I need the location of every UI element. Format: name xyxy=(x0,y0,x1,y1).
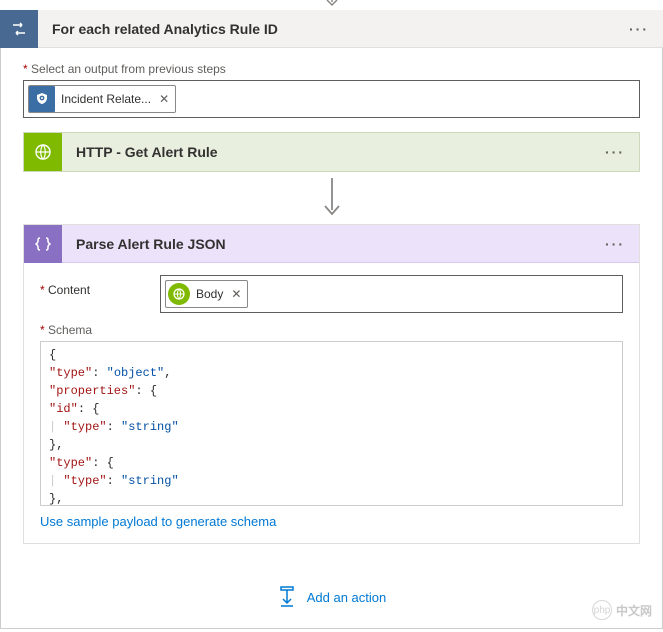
token-body-label: Body xyxy=(196,287,223,301)
shield-icon xyxy=(29,86,55,112)
http-globe-icon xyxy=(24,133,62,171)
use-sample-payload-link[interactable]: Use sample payload to generate schema xyxy=(40,506,276,529)
token-body[interactable]: Body ✕ xyxy=(165,280,248,308)
token-incident-related[interactable]: Incident Relate... ✕ xyxy=(28,85,176,113)
http-action-card[interactable]: HTTP - Get Alert Rule ··· xyxy=(23,132,640,172)
incoming-arrow xyxy=(0,0,663,10)
add-action-icon xyxy=(277,586,297,608)
token-remove-icon[interactable]: ✕ xyxy=(159,92,169,106)
braces-icon xyxy=(24,225,62,263)
foreach-icon xyxy=(0,10,38,48)
schema-textarea[interactable]: { "type": "object", "properties": { "id"… xyxy=(40,341,623,506)
token-body-remove-icon[interactable]: ✕ xyxy=(231,287,241,301)
foreach-body-container: * Select an output from previous steps I… xyxy=(0,48,663,629)
add-action-label: Add an action xyxy=(307,590,387,605)
parse-menu-button[interactable]: ··· xyxy=(605,236,639,252)
foreach-title: For each related Analytics Rule ID xyxy=(38,21,629,37)
foreach-header[interactable]: For each related Analytics Rule ID ··· xyxy=(0,10,663,48)
http-menu-button[interactable]: ··· xyxy=(605,144,639,160)
parse-json-header[interactable]: Parse Alert Rule JSON ··· xyxy=(24,225,639,263)
http-title: HTTP - Get Alert Rule xyxy=(62,144,605,160)
select-output-input[interactable]: Incident Relate... ✕ xyxy=(23,80,640,118)
token-label: Incident Relate... xyxy=(61,92,151,106)
add-action-button[interactable]: Add an action xyxy=(1,564,662,628)
content-label: * Content xyxy=(40,275,160,297)
schema-label: * Schema xyxy=(40,323,623,337)
content-input[interactable]: Body ✕ xyxy=(160,275,623,313)
globe-icon xyxy=(168,283,190,305)
parse-json-card: Parse Alert Rule JSON ··· * Content Body xyxy=(23,224,640,544)
connector-arrow xyxy=(23,172,640,224)
parse-title: Parse Alert Rule JSON xyxy=(62,236,605,252)
foreach-menu-button[interactable]: ··· xyxy=(629,21,663,37)
select-output-label: * Select an output from previous steps xyxy=(23,62,640,76)
